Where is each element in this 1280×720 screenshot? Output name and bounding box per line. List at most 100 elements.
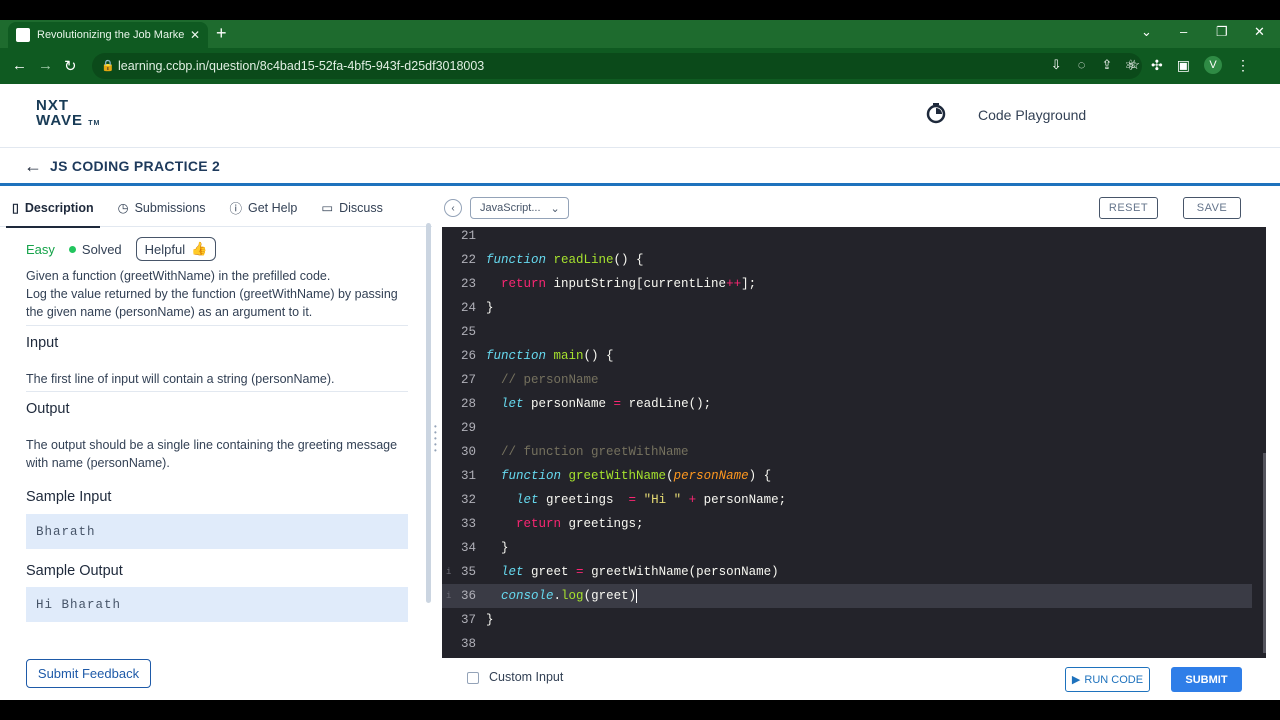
problem-panel: ▯ Description ◷ Submissions ⓘ Get Help ▭… (0, 189, 432, 700)
editor-scrollbar[interactable] (1263, 453, 1266, 653)
sample-output-box: Hi Bharath (26, 587, 408, 622)
tab-search-icon[interactable]: ⌄ (1141, 24, 1152, 40)
input-text: The first line of input will contain a s… (26, 372, 335, 386)
output-text: The output should be a single line conta… (26, 438, 398, 470)
code-line: 38 (442, 632, 1252, 656)
line-number: 27 (460, 373, 476, 387)
code-line: 27 // personName (442, 368, 1252, 392)
sidebar-icon[interactable]: ▣ (1177, 57, 1190, 74)
tab-description[interactable]: ▯ Description (0, 189, 106, 228)
logo-tm: TM (88, 120, 101, 127)
line-number: 26 (460, 349, 476, 363)
editor-toolbar: ‹ JavaScript... ⌄ RESET SAVE (438, 189, 1280, 227)
chat-icon: ▭ (321, 201, 334, 215)
code-line-active: i 36 console.log(greet) (442, 584, 1252, 608)
back-icon[interactable]: ← (12, 57, 27, 74)
line-number: 34 (460, 541, 476, 555)
tab-discuss-label: Discuss (339, 200, 383, 215)
profile-avatar[interactable]: V (1204, 56, 1222, 74)
submit-button[interactable]: SUBMIT (1171, 667, 1242, 692)
scrollbar[interactable] (426, 223, 431, 603)
code-line: 33 return greetings; (442, 512, 1252, 536)
divider (26, 325, 408, 326)
url-text: learning.ccbp.in/question/8c4bad15-52fa-… (118, 59, 485, 73)
logo-line1: NXT (36, 97, 69, 114)
extensions-area: ⚛ ✣ ▣ V ⋮ (1124, 56, 1250, 74)
play-icon: ▶ (1071, 674, 1081, 686)
menu-kebab-icon[interactable]: ⋮ (1236, 57, 1250, 74)
line-number: 24 (460, 301, 476, 315)
favicon-icon (16, 28, 30, 42)
line-number: 36 (460, 589, 476, 603)
run-code-label: RUN CODE (1084, 673, 1144, 686)
tab-get-help[interactable]: ⓘ Get Help (217, 189, 309, 227)
problem-content[interactable]: Easy Solved Helpful 👍 Given a function (… (0, 227, 432, 647)
line-number: 28 (460, 397, 476, 411)
nxtwave-logo[interactable]: NXT WAVE TM (36, 98, 102, 132)
collapse-panel-icon[interactable]: ‹ (444, 199, 462, 217)
browser-toolbar: ← → ↻ 🔒 learning.ccbp.in/question/8c4bad… (0, 48, 1280, 84)
problem-tabs: ▯ Description ◷ Submissions ⓘ Get Help ▭… (0, 189, 432, 228)
line-number: 31 (460, 469, 476, 483)
install-icon[interactable]: ⇩ (1051, 57, 1062, 73)
back-arrow-icon[interactable]: ← (24, 156, 42, 177)
eye-off-icon[interactable]: ◌ (1078, 57, 1086, 73)
screen: Revolutionizing the Job Market | ✕ + ⌄ –… (0, 0, 1280, 720)
run-code-button[interactable]: ▶ RUN CODE (1065, 667, 1150, 692)
reset-button[interactable]: RESET (1099, 197, 1158, 219)
code-line: i 35 let greet = greetWithName(personName… (442, 560, 1252, 584)
lock-icon: 🔒 (101, 60, 115, 72)
helpful-button[interactable]: Helpful 👍 (135, 237, 217, 261)
react-extension-icon[interactable]: ⚛ (1124, 57, 1137, 74)
app-header: NXT WAVE TM Code Playground (0, 84, 1280, 148)
code-playground-link[interactable]: Code Playground (978, 107, 1086, 123)
submit-feedback-button[interactable]: Submit Feedback (26, 659, 151, 688)
new-tab-icon[interactable]: + (216, 23, 227, 44)
clock-icon: ◷ (117, 201, 129, 215)
editor-footer: Custom Input ▶ RUN CODE SUBMIT (438, 658, 1280, 700)
stopwatch-icon[interactable] (925, 102, 947, 124)
description-line1: Given a function (greetWithName) in the … (26, 269, 331, 283)
input-title: Input (26, 335, 59, 351)
code-line: 31 function greetWithName(personName) { (442, 464, 1252, 488)
code-editor[interactable]: 21 22 function readLine() { 23 return inp… (442, 227, 1266, 658)
line-number: 21 (460, 229, 476, 243)
line-number: 22 (460, 253, 476, 267)
browser-tab-title: Revolutionizing the Job Market | (37, 29, 184, 41)
save-button[interactable]: SAVE (1183, 197, 1241, 219)
chevron-down-icon: ⌄ (550, 202, 560, 215)
help-icon: ⓘ (229, 202, 242, 216)
share-icon[interactable]: ⇪ (1101, 57, 1112, 73)
line-number: 25 (460, 325, 476, 339)
tab-get-help-label: Get Help (247, 200, 298, 215)
tab-discuss[interactable]: ▭ Discuss (309, 189, 395, 227)
close-tab-icon[interactable]: ✕ (190, 28, 200, 42)
window-close-icon[interactable]: ✕ (1254, 24, 1265, 40)
divider (26, 391, 408, 392)
code-line: 26 function main() { (442, 344, 1252, 368)
code-line: 32 let greetings = "Hi " + personName; (442, 488, 1252, 512)
forward-icon[interactable]: → (38, 57, 53, 74)
custom-input-label[interactable]: Custom Input (489, 670, 563, 684)
custom-input-checkbox[interactable] (467, 672, 479, 684)
reload-icon[interactable]: ↻ (64, 57, 77, 75)
code-line: 23 return inputString[currentLine++]; (442, 272, 1252, 296)
extensions-puzzle-icon[interactable]: ✣ (1151, 57, 1163, 74)
line-number: 30 (460, 445, 476, 459)
app: NXT WAVE TM Code Playground ← JS CODING … (0, 84, 1280, 700)
sample-input-title: Sample Input (26, 489, 112, 505)
browser-tab[interactable]: Revolutionizing the Job Market | ✕ (8, 22, 208, 48)
document-icon: ▯ (12, 201, 19, 215)
minimize-icon[interactable]: – (1180, 24, 1187, 39)
address-bar[interactable]: 🔒 learning.ccbp.in/question/8c4bad15-52f… (92, 53, 1142, 79)
tab-submissions-label: Submissions (134, 200, 206, 215)
status-label: Solved (81, 241, 122, 257)
language-select[interactable]: JavaScript... ⌄ (470, 197, 569, 219)
restore-icon[interactable]: ❐ (1216, 24, 1228, 40)
tab-submissions[interactable]: ◷ Submissions (106, 189, 218, 227)
line-number: 33 (460, 517, 476, 531)
code-line: 37} (442, 608, 1252, 632)
code-line: 30 // function greetWithName (442, 440, 1252, 464)
code-line: 28 let personName = readLine(); (442, 392, 1252, 416)
line-number: 35 (460, 565, 476, 579)
